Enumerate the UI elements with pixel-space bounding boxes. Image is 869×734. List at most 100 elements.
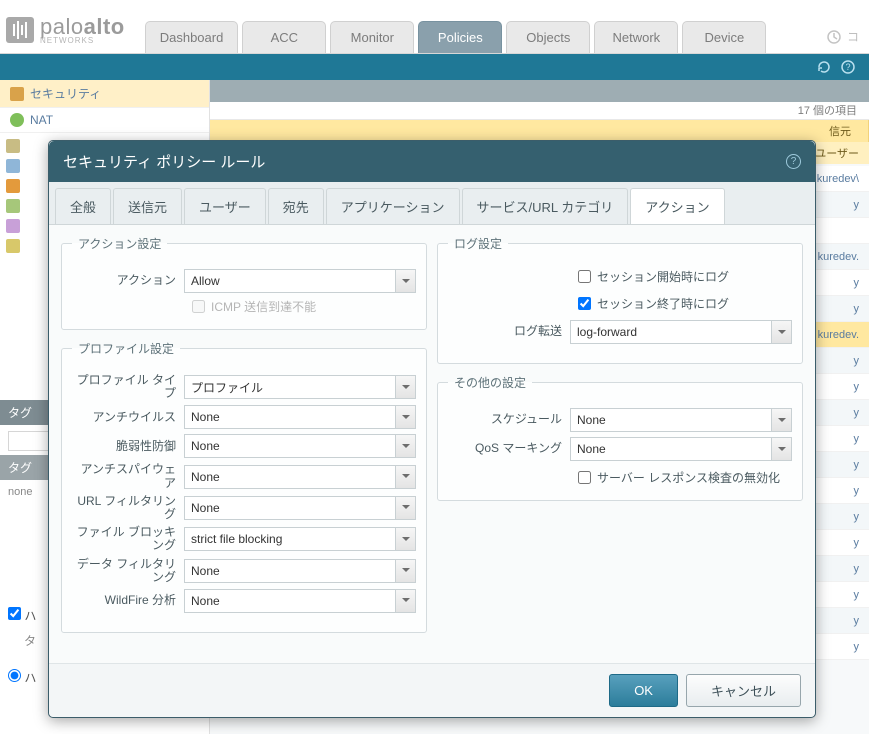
- dialog-title-bar[interactable]: セキュリティ ポリシー ルール ?: [49, 141, 815, 182]
- url-filtering-select[interactable]: [184, 496, 416, 520]
- log-start-check[interactable]: セッション開始時にログ: [578, 268, 792, 285]
- top-bar: paloalto NETWORKS Dashboard ACC Monitor …: [0, 0, 869, 54]
- wildfire-select[interactable]: [184, 589, 416, 613]
- data-filtering-select[interactable]: [184, 559, 416, 583]
- sidebar-item-label: セキュリティ: [30, 85, 101, 102]
- chevron-down-icon[interactable]: [395, 528, 415, 550]
- log-end-check[interactable]: セッション終了時にログ: [578, 295, 792, 312]
- label-vulnerability: 脆弱性防御: [72, 440, 184, 453]
- antivirus-select[interactable]: [184, 405, 416, 429]
- tab-network[interactable]: Network: [594, 21, 678, 53]
- tab-monitor[interactable]: Monitor: [330, 21, 414, 53]
- side-icon-6[interactable]: [6, 239, 20, 253]
- legend-action: アクション設定: [72, 235, 167, 252]
- file-blocking-select[interactable]: [184, 527, 416, 551]
- side-icon-4[interactable]: [6, 199, 20, 213]
- label-dsri: サーバー レスポンス検査の無効化: [597, 469, 780, 486]
- opt-radio[interactable]: ハ: [8, 669, 36, 686]
- main-tabs: Dashboard ACC Monitor Policies Objects N…: [145, 21, 767, 53]
- refresh-icon[interactable]: [817, 60, 831, 74]
- label-data-filtering: データ フィルタリング: [72, 558, 184, 584]
- tab-user[interactable]: ユーザー: [184, 188, 266, 224]
- action-select-input[interactable]: [184, 269, 416, 293]
- legend-log: ログ設定: [448, 235, 508, 252]
- sidebar-item-nat[interactable]: NAT: [0, 108, 209, 133]
- antispyware-select[interactable]: [184, 465, 416, 489]
- context-bar: ?: [0, 54, 869, 80]
- profile-type-select[interactable]: [184, 375, 416, 399]
- label-icmp: ICMP 送信到達不能: [211, 298, 316, 315]
- tab-acc[interactable]: ACC: [242, 21, 326, 53]
- security-policy-rule-dialog: セキュリティ ポリシー ルール ? 全般 送信元 ユーザー 宛先 アプリケーショ…: [48, 140, 816, 718]
- label-wildfire: WildFire 分析: [72, 594, 184, 607]
- chevron-down-icon[interactable]: [771, 438, 791, 460]
- side-icon-1[interactable]: [6, 139, 20, 153]
- tab-service-url[interactable]: サービス/URL カテゴリ: [462, 188, 629, 224]
- help-icon[interactable]: ?: [786, 154, 801, 169]
- tab-action[interactable]: アクション: [630, 188, 724, 224]
- dialog-tabs: 全般 送信元 ユーザー 宛先 アプリケーション サービス/URL カテゴリ アク…: [49, 182, 815, 225]
- dialog-body: アクション設定 アクション ICMP 送信到達不能 プロファイル設定 プロファイ…: [49, 225, 815, 663]
- log-forwarding-select[interactable]: [570, 320, 792, 344]
- side-icon-2[interactable]: [6, 159, 20, 173]
- label-antispyware: アンチスパイウェア: [72, 463, 184, 489]
- chevron-down-icon[interactable]: [395, 590, 415, 612]
- col-user[interactable]: ユーザー: [815, 145, 859, 161]
- legend-profile: プロファイル設定: [72, 340, 180, 357]
- log-end-checkbox[interactable]: [578, 297, 591, 310]
- ok-button[interactable]: OK: [609, 674, 678, 707]
- legend-other: その他の設定: [448, 374, 532, 391]
- tab-destination[interactable]: 宛先: [268, 188, 324, 224]
- chevron-down-icon[interactable]: [395, 270, 415, 292]
- commit-icon[interactable]: [827, 30, 841, 44]
- tab-general[interactable]: 全般: [55, 188, 111, 224]
- nat-icon: [10, 113, 24, 127]
- label-schedule: スケジュール: [448, 413, 570, 426]
- opt-check[interactable]: ハ: [8, 607, 36, 624]
- chevron-down-icon[interactable]: [395, 376, 415, 398]
- table-search-strip[interactable]: [210, 80, 869, 102]
- action-select[interactable]: [184, 269, 416, 293]
- chevron-down-icon[interactable]: [395, 466, 415, 488]
- dialog-title: セキュリティ ポリシー ルール: [63, 151, 265, 172]
- side-icon-3[interactable]: [6, 179, 20, 193]
- dsri-checkbox[interactable]: [578, 471, 591, 484]
- security-icon: [10, 87, 24, 101]
- vulnerability-select[interactable]: [184, 434, 416, 458]
- label-profile-type: プロファイル タイプ: [72, 374, 184, 400]
- label-url-filtering: URL フィルタリング: [72, 495, 184, 521]
- chevron-down-icon[interactable]: [395, 406, 415, 428]
- tab-dashboard[interactable]: Dashboard: [145, 21, 239, 53]
- col-source[interactable]: 信元: [819, 120, 869, 142]
- sidebar-item-security[interactable]: セキュリティ: [0, 80, 209, 108]
- dialog-right-column: ログ設定 セッション開始時にログ セッション終了時にログ ログ転送 その他の設定: [437, 235, 803, 653]
- schedule-select[interactable]: [570, 408, 792, 432]
- dsri-check[interactable]: サーバー レスポンス検査の無効化: [578, 469, 792, 486]
- chevron-down-icon[interactable]: [771, 409, 791, 431]
- tab-policies[interactable]: Policies: [418, 21, 502, 53]
- dialog-left-column: アクション設定 アクション ICMP 送信到達不能 プロファイル設定 プロファイ…: [61, 235, 427, 653]
- chevron-down-icon[interactable]: [771, 321, 791, 343]
- chevron-down-icon[interactable]: [395, 560, 415, 582]
- log-start-checkbox[interactable]: [578, 270, 591, 283]
- help-top-icon[interactable]: ?: [841, 60, 855, 74]
- label-log-end: セッション終了時にログ: [597, 295, 729, 312]
- chevron-down-icon[interactable]: [395, 497, 415, 519]
- side-icon-5[interactable]: [6, 219, 20, 233]
- label-log-forwarding: ログ転送: [448, 325, 570, 338]
- other-settings-group: その他の設定 スケジュール QoS マーキング サーバー レスポンス検査の無効化: [437, 374, 803, 501]
- cancel-button[interactable]: キャンセル: [686, 674, 801, 707]
- label-action: アクション: [72, 274, 184, 287]
- label-qos: QoS マーキング: [448, 442, 570, 455]
- sidebar-item-label: NAT: [30, 113, 53, 127]
- logo-icon: [6, 17, 34, 43]
- commit-area: コ: [827, 28, 869, 53]
- bottom-options: ハ タ ハ: [8, 599, 36, 694]
- tab-device[interactable]: Device: [682, 21, 766, 53]
- label-antivirus: アンチウイルス: [72, 411, 184, 424]
- tab-application[interactable]: アプリケーション: [326, 188, 460, 224]
- chevron-down-icon[interactable]: [395, 435, 415, 457]
- tab-objects[interactable]: Objects: [506, 21, 590, 53]
- qos-select[interactable]: [570, 437, 792, 461]
- tab-source[interactable]: 送信元: [113, 188, 182, 224]
